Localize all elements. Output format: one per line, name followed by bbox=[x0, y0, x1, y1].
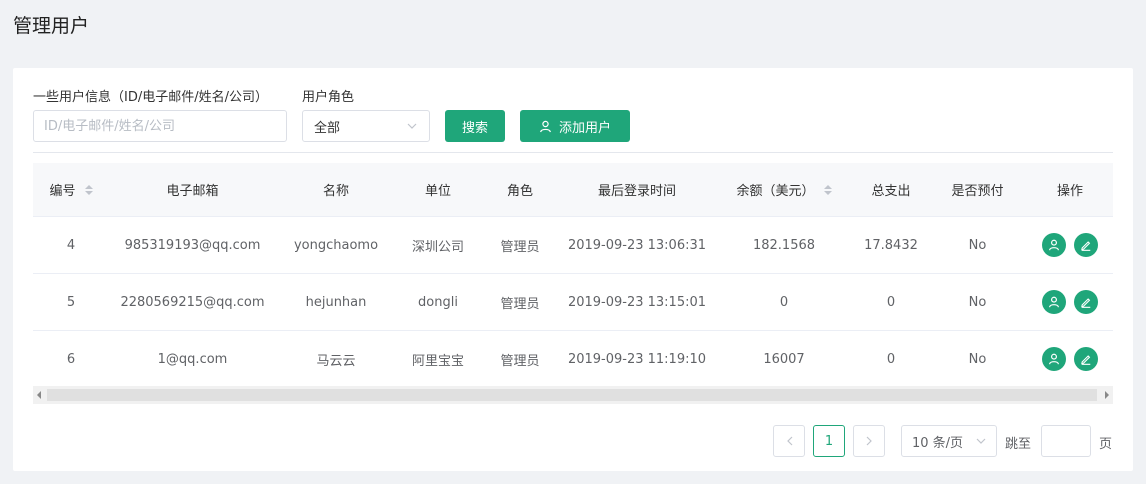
cell-role: 管理员 bbox=[500, 296, 540, 312]
cell-name: yongchaomo bbox=[293, 237, 379, 253]
edit-user-button[interactable] bbox=[1074, 233, 1098, 257]
header-name: 名称 bbox=[322, 184, 349, 199]
user-role-button[interactable] bbox=[1042, 347, 1066, 371]
scroll-left-icon[interactable] bbox=[37, 391, 41, 399]
user-role-select[interactable]: 全部 bbox=[302, 110, 430, 142]
cell-last-login: 2019-09-23 13:06:31 bbox=[567, 237, 707, 253]
sort-icon[interactable] bbox=[84, 184, 93, 195]
header-total-spent: 总支出 bbox=[871, 184, 911, 199]
cell-email: 985319193@qq.com bbox=[124, 237, 261, 253]
table-header: 编号 电子邮箱 名称 单位 角色 最后登录时间 余额（美元） 总支出 是否预付 … bbox=[33, 163, 1113, 217]
users-table: 编号 电子邮箱 名称 单位 角色 最后登录时间 余额（美元） 总支出 是否预付 … bbox=[33, 163, 1113, 388]
edit-icon bbox=[1081, 298, 1091, 308]
table-row: 5 2280569215@qq.com hejunhan dongli 管理员 … bbox=[33, 274, 1113, 331]
cell-actions bbox=[1027, 290, 1113, 314]
edit-icon bbox=[1081, 241, 1091, 251]
table-row: 4 985319193@qq.com yongchaomo 深圳公司 管理员 2… bbox=[33, 217, 1113, 274]
user-role-button[interactable] bbox=[1042, 233, 1066, 257]
page-size-value: 10 条/页 bbox=[912, 435, 964, 451]
user-add-icon bbox=[540, 120, 551, 132]
add-user-button[interactable]: 添加用户 bbox=[520, 110, 630, 142]
edit-user-button[interactable] bbox=[1074, 347, 1098, 371]
jump-page-input[interactable] bbox=[1042, 426, 1090, 456]
header-prepaid: 是否预付 bbox=[951, 184, 1004, 199]
cell-prepaid: No bbox=[968, 294, 987, 310]
table-row: 6 1@qq.com 马云云 阿里宝宝 管理员 2019-09-23 11:19… bbox=[33, 331, 1113, 388]
chevron-left-icon bbox=[786, 436, 792, 446]
chevron-down-icon bbox=[406, 120, 418, 132]
page-size-select[interactable]: 10 条/页 bbox=[901, 425, 997, 457]
add-user-button-label: 添加用户 bbox=[558, 120, 611, 136]
cell-last-login: 2019-09-23 13:15:01 bbox=[567, 294, 707, 310]
page-title: 管理用户 bbox=[13, 15, 90, 37]
cell-email: 1@qq.com bbox=[157, 351, 228, 367]
cell-id: 6 bbox=[66, 351, 76, 367]
prev-page-button[interactable] bbox=[773, 425, 805, 457]
search-button[interactable]: 搜索 bbox=[445, 110, 505, 142]
cell-unit: dongli bbox=[418, 294, 458, 310]
filter-divider bbox=[33, 152, 1113, 153]
cell-total-spent: 0 bbox=[886, 294, 896, 310]
jump-page-field[interactable] bbox=[1041, 425, 1091, 457]
cell-balance: 16007 bbox=[763, 351, 805, 367]
header-role: 角色 bbox=[506, 184, 533, 199]
user-role-button[interactable] bbox=[1042, 290, 1066, 314]
cell-role: 管理员 bbox=[500, 239, 540, 255]
chevron-right-icon bbox=[866, 436, 872, 446]
cell-actions bbox=[1027, 233, 1113, 257]
header-email: 电子邮箱 bbox=[166, 184, 219, 199]
horizontal-scrollbar[interactable] bbox=[33, 386, 1113, 404]
cell-total-spent: 17.8432 bbox=[864, 237, 918, 253]
sort-icon[interactable] bbox=[823, 184, 832, 195]
edit-user-button[interactable] bbox=[1074, 290, 1098, 314]
user-icon bbox=[1048, 353, 1060, 365]
next-page-button[interactable] bbox=[853, 425, 885, 457]
jump-to-label: 跳至 bbox=[1005, 437, 1032, 452]
user-icon bbox=[1048, 239, 1060, 251]
cell-balance: 0 bbox=[779, 294, 789, 310]
page-number-button[interactable]: 1 bbox=[813, 425, 845, 457]
cell-balance: 182.1568 bbox=[752, 237, 816, 253]
user-icon bbox=[1048, 296, 1060, 308]
cell-role: 管理员 bbox=[500, 353, 540, 369]
header-last-login: 最后登录时间 bbox=[597, 184, 676, 199]
user-role-select-value: 全部 bbox=[314, 120, 341, 136]
page-suffix-label: 页 bbox=[1099, 437, 1113, 452]
header-actions: 操作 bbox=[1056, 184, 1083, 199]
cell-name: hejunhan bbox=[305, 294, 367, 310]
edit-icon bbox=[1081, 355, 1091, 365]
user-role-label: 用户角色 bbox=[302, 90, 355, 105]
user-info-search-input[interactable] bbox=[33, 110, 287, 142]
header-balance[interactable]: 余额（美元） bbox=[714, 180, 854, 199]
user-management-card: 一些用户信息（ID/电子邮件/姓名/公司） 用户角色 全部 搜索 添加用户 编号… bbox=[13, 68, 1133, 471]
cell-email: 2280569215@qq.com bbox=[120, 294, 265, 310]
cell-id: 4 bbox=[66, 237, 76, 253]
cell-prepaid: No bbox=[968, 351, 987, 367]
cell-name: 马云云 bbox=[316, 353, 356, 369]
cell-total-spent: 0 bbox=[886, 351, 896, 367]
user-info-label: 一些用户信息（ID/电子邮件/姓名/公司） bbox=[33, 90, 268, 105]
chevron-down-icon bbox=[976, 438, 986, 444]
cell-last-login: 2019-09-23 11:19:10 bbox=[567, 351, 707, 367]
cell-unit: 深圳公司 bbox=[411, 239, 464, 255]
scroll-right-icon[interactable] bbox=[1105, 391, 1109, 399]
header-unit: 单位 bbox=[424, 184, 451, 199]
cell-prepaid: No bbox=[968, 237, 987, 253]
cell-actions bbox=[1027, 347, 1113, 371]
cell-unit: 阿里宝宝 bbox=[411, 353, 464, 369]
cell-id: 5 bbox=[66, 294, 76, 310]
header-id[interactable]: 编号 bbox=[33, 180, 109, 199]
scrollbar-thumb[interactable] bbox=[47, 389, 1097, 401]
